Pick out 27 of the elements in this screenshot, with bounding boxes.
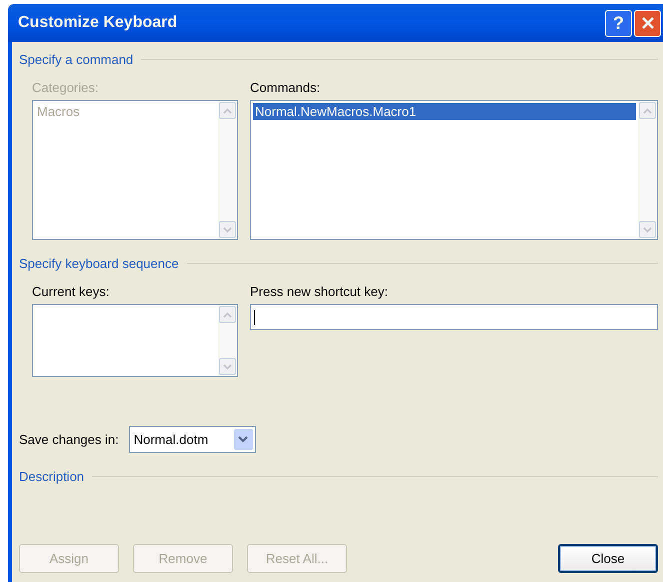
commands-list[interactable]: Normal.NewMacros.Macro1: [250, 100, 658, 240]
shortcut-field[interactable]: [250, 304, 658, 330]
save-location-dropdown[interactable]: Normal.dotm: [128, 426, 256, 453]
current-keys-list[interactable]: [32, 304, 238, 377]
scrollbar[interactable]: [638, 101, 657, 239]
scroll-down-button[interactable]: [219, 358, 236, 375]
scroll-up-button[interactable]: [639, 102, 656, 119]
section-heading: Description: [19, 468, 84, 486]
field-label: Current keys:: [32, 282, 110, 301]
help-button[interactable]: ?: [605, 10, 632, 36]
field-label: Categories:: [32, 78, 100, 97]
close-button[interactable]: [634, 10, 661, 36]
scroll-up-button[interactable]: [219, 306, 236, 323]
field-label: Save changes in:: [19, 430, 119, 449]
list-item[interactable]: Normal.NewMacros.Macro1: [253, 103, 636, 120]
section-heading: Specify a command: [19, 51, 134, 69]
section-heading: Specify keyboard sequence: [19, 255, 179, 273]
scrollbar[interactable]: [218, 305, 237, 376]
field-label: Commands:: [250, 78, 322, 96]
scrollbar[interactable]: [218, 101, 237, 239]
scroll-down-button[interactable]: [639, 221, 656, 238]
scroll-down-button[interactable]: [219, 221, 236, 238]
field-label: Press new shortcut key:: [250, 282, 389, 301]
scroll-up-button[interactable]: [219, 102, 236, 119]
window-title: Customize Keyboard: [18, 13, 178, 33]
close-icon: [640, 16, 654, 30]
dialog-button[interactable]: Close: [558, 544, 658, 573]
